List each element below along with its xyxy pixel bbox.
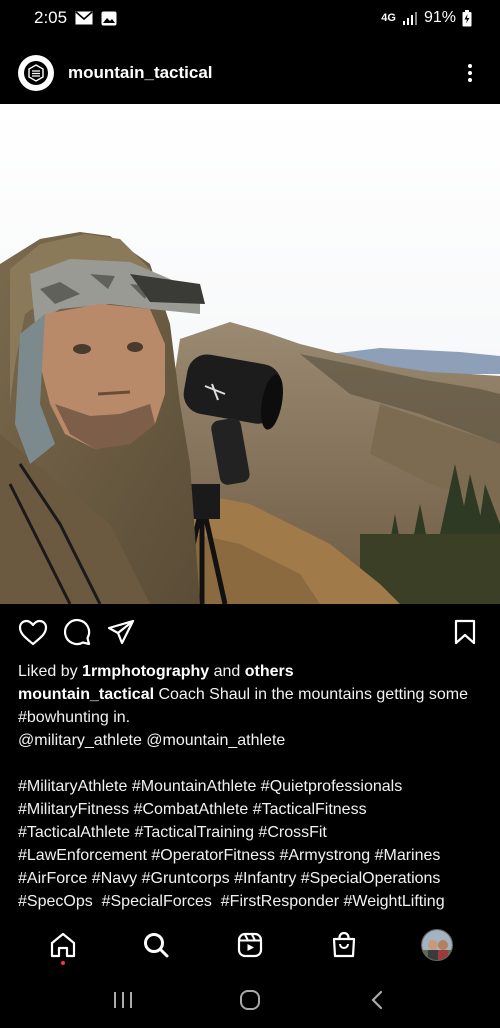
search-icon[interactable] bbox=[136, 925, 176, 965]
bottom-navigation bbox=[0, 920, 500, 970]
post-header: mountain_tactical bbox=[0, 48, 500, 98]
hashtag-line[interactable]: #MilitaryAthlete #MountainAthlete #Quiet… bbox=[18, 775, 486, 798]
heart-icon[interactable] bbox=[18, 617, 48, 647]
reels-icon[interactable] bbox=[230, 925, 270, 965]
liked-by-user[interactable]: 1rmphotography bbox=[82, 663, 209, 680]
hashtag-line[interactable]: #AirForce #Navy #Gruntcorps #Infantry #S… bbox=[18, 867, 486, 890]
post-actions bbox=[0, 612, 500, 652]
caption-author[interactable]: mountain_tactical bbox=[18, 686, 154, 703]
network-type: 4G bbox=[381, 12, 396, 24]
status-time: 2:05 bbox=[34, 8, 68, 27]
post-caption: Liked by 1rmphotography and others mount… bbox=[18, 660, 486, 913]
post-username[interactable]: mountain_tactical bbox=[68, 63, 213, 83]
bookmark-icon[interactable] bbox=[450, 617, 480, 647]
image-icon bbox=[101, 11, 117, 26]
back-icon[interactable] bbox=[357, 980, 397, 1020]
liked-by-others[interactable]: others bbox=[245, 663, 294, 680]
system-navigation-bar bbox=[0, 972, 500, 1028]
hashtag-line[interactable]: #LawEnforcement #OperatorFitness #Armyst… bbox=[18, 844, 486, 867]
liked-by-prefix: Liked by bbox=[18, 663, 83, 680]
hashtag-line[interactable]: #SpecOps #SpecialForces #FirstResponder … bbox=[18, 890, 486, 913]
battery-icon bbox=[462, 9, 472, 27]
home-icon[interactable] bbox=[43, 925, 83, 965]
hashtag-line[interactable]: #MilitaryFitness #CombatAthlete #Tactica… bbox=[18, 798, 486, 821]
profile-picture bbox=[421, 929, 454, 961]
hashtag-line[interactable]: #TacticalAthlete #TacticalTraining #Cros… bbox=[18, 821, 486, 844]
liked-by-middle: and bbox=[209, 663, 245, 680]
battery-percent: 91% bbox=[423, 9, 456, 26]
signal-icon bbox=[402, 11, 418, 25]
post-photo[interactable] bbox=[0, 104, 500, 604]
more-options-icon[interactable] bbox=[458, 58, 482, 88]
notification-dot bbox=[60, 961, 65, 965]
caption-mentions[interactable]: @military_athlete @mountain_athlete bbox=[18, 729, 486, 752]
comment-icon[interactable] bbox=[62, 617, 92, 647]
likes-line[interactable]: Liked by 1rmphotography and others bbox=[18, 660, 486, 683]
share-icon[interactable] bbox=[106, 617, 136, 647]
profile-avatar[interactable] bbox=[417, 925, 457, 965]
mountain-selfie-image bbox=[0, 104, 500, 604]
home-button-icon[interactable] bbox=[230, 980, 270, 1020]
shop-icon[interactable] bbox=[324, 925, 364, 965]
recents-icon[interactable] bbox=[103, 980, 143, 1020]
caption-body: mountain_tactical Coach Shaul in the mou… bbox=[18, 683, 486, 729]
mountain-tactical-logo bbox=[24, 61, 48, 85]
account-avatar[interactable] bbox=[18, 55, 54, 91]
status-bar: 2:05 4G 91% bbox=[0, 0, 500, 36]
mail-icon bbox=[75, 11, 93, 25]
